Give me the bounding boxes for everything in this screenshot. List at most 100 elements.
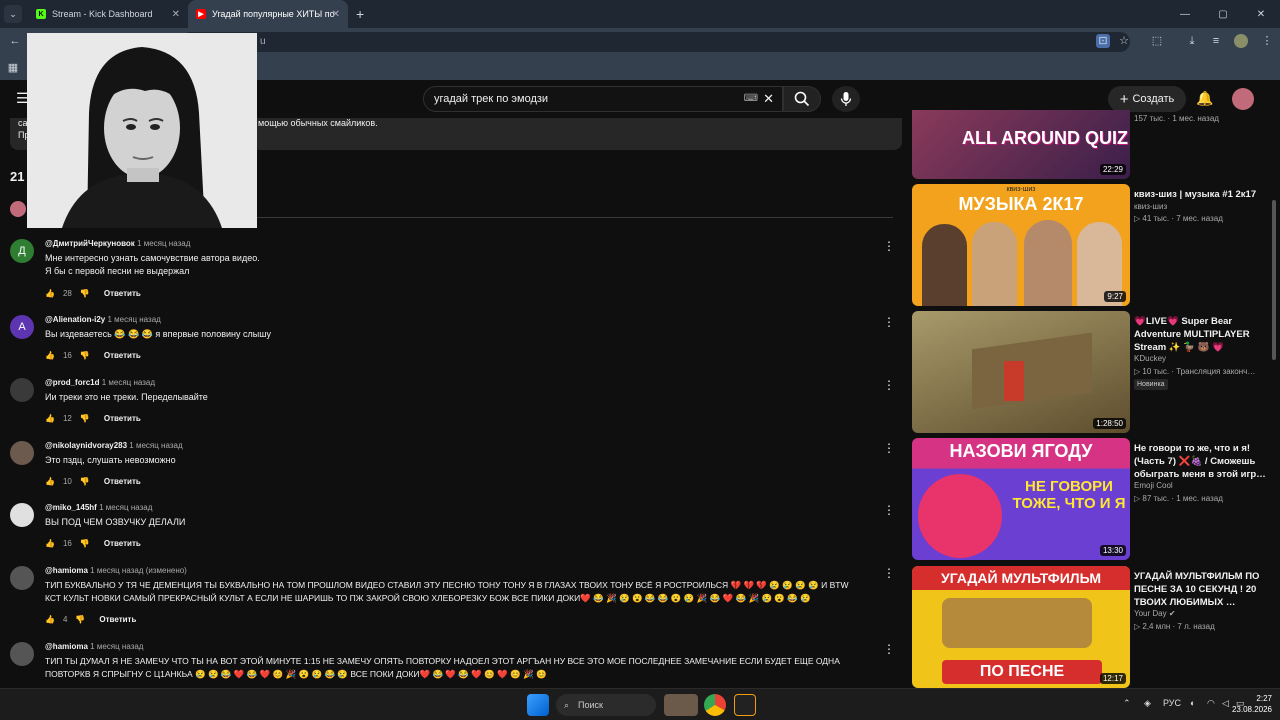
tab-kick-dashboard[interactable]: K Stream - Kick Dashboard ✕ <box>28 0 188 28</box>
reading-list-icon[interactable]: ≡ <box>1209 34 1223 48</box>
add-comment-underline[interactable] <box>257 217 893 218</box>
download-icon[interactable]: ⤓ <box>1185 34 1199 48</box>
translate-icon[interactable]: ⊡ <box>1096 34 1110 48</box>
thumbs-down-icon[interactable]: 👎 <box>80 289 90 298</box>
search-input[interactable]: угадай трек по эмодзи ⌨ ✕ <box>423 86 783 112</box>
comment-more-icon[interactable]: ⋮ <box>883 239 895 253</box>
thumbs-up-icon[interactable]: 👍 <box>45 615 55 624</box>
comment-more-icon[interactable]: ⋮ <box>883 642 895 656</box>
obs-app-icon[interactable] <box>734 694 756 716</box>
notifications-bell-icon[interactable]: 🔔 <box>1196 90 1213 107</box>
new-tab-button[interactable]: + <box>356 6 364 22</box>
account-avatar[interactable] <box>1232 88 1254 110</box>
video-thumbnail[interactable]: 1:28:50 <box>912 311 1130 433</box>
comment-avatar[interactable]: Д <box>10 239 34 263</box>
recommended-video[interactable]: ALL AROUND QUIZ 22:29 157 тыс. · 1 мес. … <box>912 110 1272 179</box>
comment-avatar[interactable] <box>10 566 34 590</box>
comment-avatar[interactable] <box>10 503 34 527</box>
maximize-icon[interactable]: ▢ <box>1204 9 1242 20</box>
reply-button[interactable]: Ответить <box>99 615 136 624</box>
bookmark-star-icon[interactable]: ☆ <box>1117 34 1131 48</box>
comment-avatar[interactable] <box>10 642 34 666</box>
thumbs-down-icon[interactable]: 👎 <box>80 539 90 548</box>
comment-time[interactable]: 1 месяц назад <box>137 239 190 248</box>
recommended-video[interactable]: 1:28:50 💗LIVE💗 Super Bear Adventure MULT… <box>912 311 1272 433</box>
tab-search-icon[interactable]: ⌄ <box>4 5 22 23</box>
reply-button[interactable]: Ответить <box>104 289 141 298</box>
video-title[interactable]: 💗LIVE💗 Super Bear Adventure MULTIPLAYER … <box>1134 315 1270 354</box>
comment-author[interactable]: @prod_forc1d <box>45 378 99 387</box>
comment-time[interactable]: 1 месяц назад <box>102 378 155 387</box>
taskbar-widget-icon[interactable] <box>664 694 698 716</box>
channel-name[interactable]: KDuckey <box>1134 352 1270 365</box>
comment-avatar[interactable]: A <box>10 315 34 339</box>
comment-author[interactable]: @Alienation-i2y <box>45 315 105 324</box>
close-window-icon[interactable]: ✕ <box>1242 9 1280 20</box>
thumbs-up-icon[interactable]: 👍 <box>45 351 55 360</box>
extensions-icon[interactable]: ⬚ <box>1150 34 1164 48</box>
keyboard-icon[interactable]: ⌨ <box>744 87 758 111</box>
video-title[interactable]: УГАДАЙ МУЛЬТФИЛЬМ ПО ПЕСНЕ ЗА 10 СЕКУНД … <box>1134 570 1270 609</box>
language-indicator[interactable]: РУС <box>1163 698 1181 708</box>
thumbs-down-icon[interactable]: 👎 <box>80 351 90 360</box>
taskbar-clock[interactable]: 2:27 23.08.2026 <box>1232 693 1272 715</box>
thumbs-up-icon[interactable]: 👍 <box>45 289 55 298</box>
comment-author[interactable]: @ДмитрийЧеркуновок <box>45 239 135 248</box>
comment-author[interactable]: @miko_145hf <box>45 503 97 512</box>
profile-avatar[interactable] <box>1234 34 1248 48</box>
video-thumbnail[interactable]: НАЗОВИ ЯГОДУ НЕ ГОВОРИ ТОЖЕ, ЧТО И Я 13:… <box>912 438 1130 560</box>
comment-time[interactable]: 1 месяц назад (изменено) <box>90 566 187 575</box>
tray-expand-icon[interactable]: ⌃ <box>1123 698 1131 709</box>
comment-time[interactable]: 1 месяц назад <box>108 315 161 324</box>
video-thumbnail[interactable]: УГАДАЙ МУЛЬТФИЛЬМ ПО ПЕСНЕ 12:17 <box>912 566 1130 688</box>
volume-icon[interactable]: ◁ <box>1222 698 1229 709</box>
tray-icon[interactable]: ◐ <box>1190 698 1195 708</box>
reply-button[interactable]: Ответить <box>104 477 141 486</box>
search-button[interactable] <box>783 86 821 112</box>
apps-grid-icon[interactable]: ▦ <box>6 61 20 75</box>
thumbs-up-icon[interactable]: 👍 <box>45 477 55 486</box>
close-tab-icon[interactable]: ✕ <box>332 9 340 20</box>
thumbs-up-icon[interactable]: 👍 <box>45 414 55 423</box>
comment-author[interactable]: @nikolaynidvoray283 <box>45 441 127 450</box>
comment-avatar[interactable] <box>10 441 34 465</box>
channel-name[interactable]: Emoji Cool <box>1134 479 1270 492</box>
thumbs-up-icon[interactable]: 👍 <box>45 539 55 548</box>
comment-more-icon[interactable]: ⋮ <box>883 378 895 392</box>
thumbs-down-icon[interactable]: 👎 <box>80 414 90 423</box>
comment-time[interactable]: 1 месяц назад <box>129 441 182 450</box>
wifi-icon[interactable]: ◠ <box>1207 698 1215 709</box>
comment-more-icon[interactable]: ⋮ <box>883 503 895 517</box>
minimize-icon[interactable]: — <box>1166 9 1204 20</box>
video-title[interactable]: Не говори то же, что и я! (Часть 7) ❌🍇 /… <box>1134 442 1270 481</box>
taskbar-search[interactable]: ⌕ Поиск <box>556 694 656 716</box>
tray-app-icon[interactable]: ◈ <box>1144 698 1151 709</box>
recommended-video[interactable]: УГАДАЙ МУЛЬТФИЛЬМ ПО ПЕСНЕ 12:17 УГАДАЙ … <box>912 566 1272 688</box>
page-scrollbar[interactable] <box>1272 200 1276 360</box>
channel-name[interactable]: Your Day ✔ <box>1134 607 1270 620</box>
create-button[interactable]: + Создать <box>1108 86 1186 112</box>
comment-more-icon[interactable]: ⋮ <box>883 441 895 455</box>
comment-time[interactable]: 1 месяц назад <box>99 503 152 512</box>
windows-start-icon[interactable] <box>527 694 549 716</box>
address-bar[interactable]: u <box>180 32 1130 52</box>
recommended-video[interactable]: квиз-шиз МУЗЫКА 2К17 9:27 квиз-шиз | муз… <box>912 184 1272 306</box>
close-tab-icon[interactable]: ✕ <box>172 9 180 20</box>
comment-more-icon[interactable]: ⋮ <box>883 566 895 580</box>
comment-more-icon[interactable]: ⋮ <box>883 315 895 329</box>
reply-button[interactable]: Ответить <box>104 414 141 423</box>
tab-youtube-video[interactable]: ▶ Угадай популярные ХИТЫ по ✕ <box>188 0 348 28</box>
comment-time[interactable]: 1 месяц назад <box>90 642 143 651</box>
chrome-icon[interactable] <box>704 694 726 716</box>
comment-author[interactable]: @hamioma <box>45 642 88 651</box>
comment-avatar[interactable] <box>10 378 34 402</box>
clear-search-icon[interactable]: ✕ <box>763 87 774 111</box>
thumbs-down-icon[interactable]: 👎 <box>75 615 85 624</box>
thumbs-down-icon[interactable]: 👎 <box>80 477 90 486</box>
video-thumbnail[interactable]: ALL AROUND QUIZ 22:29 <box>912 110 1130 179</box>
back-icon[interactable]: ← <box>8 34 22 48</box>
video-thumbnail[interactable]: квиз-шиз МУЗЫКА 2К17 9:27 <box>912 184 1130 306</box>
comment-author[interactable]: @hamioma <box>45 566 88 575</box>
reply-button[interactable]: Ответить <box>104 351 141 360</box>
menu-dots-icon[interactable]: ⋮ <box>1260 34 1274 48</box>
